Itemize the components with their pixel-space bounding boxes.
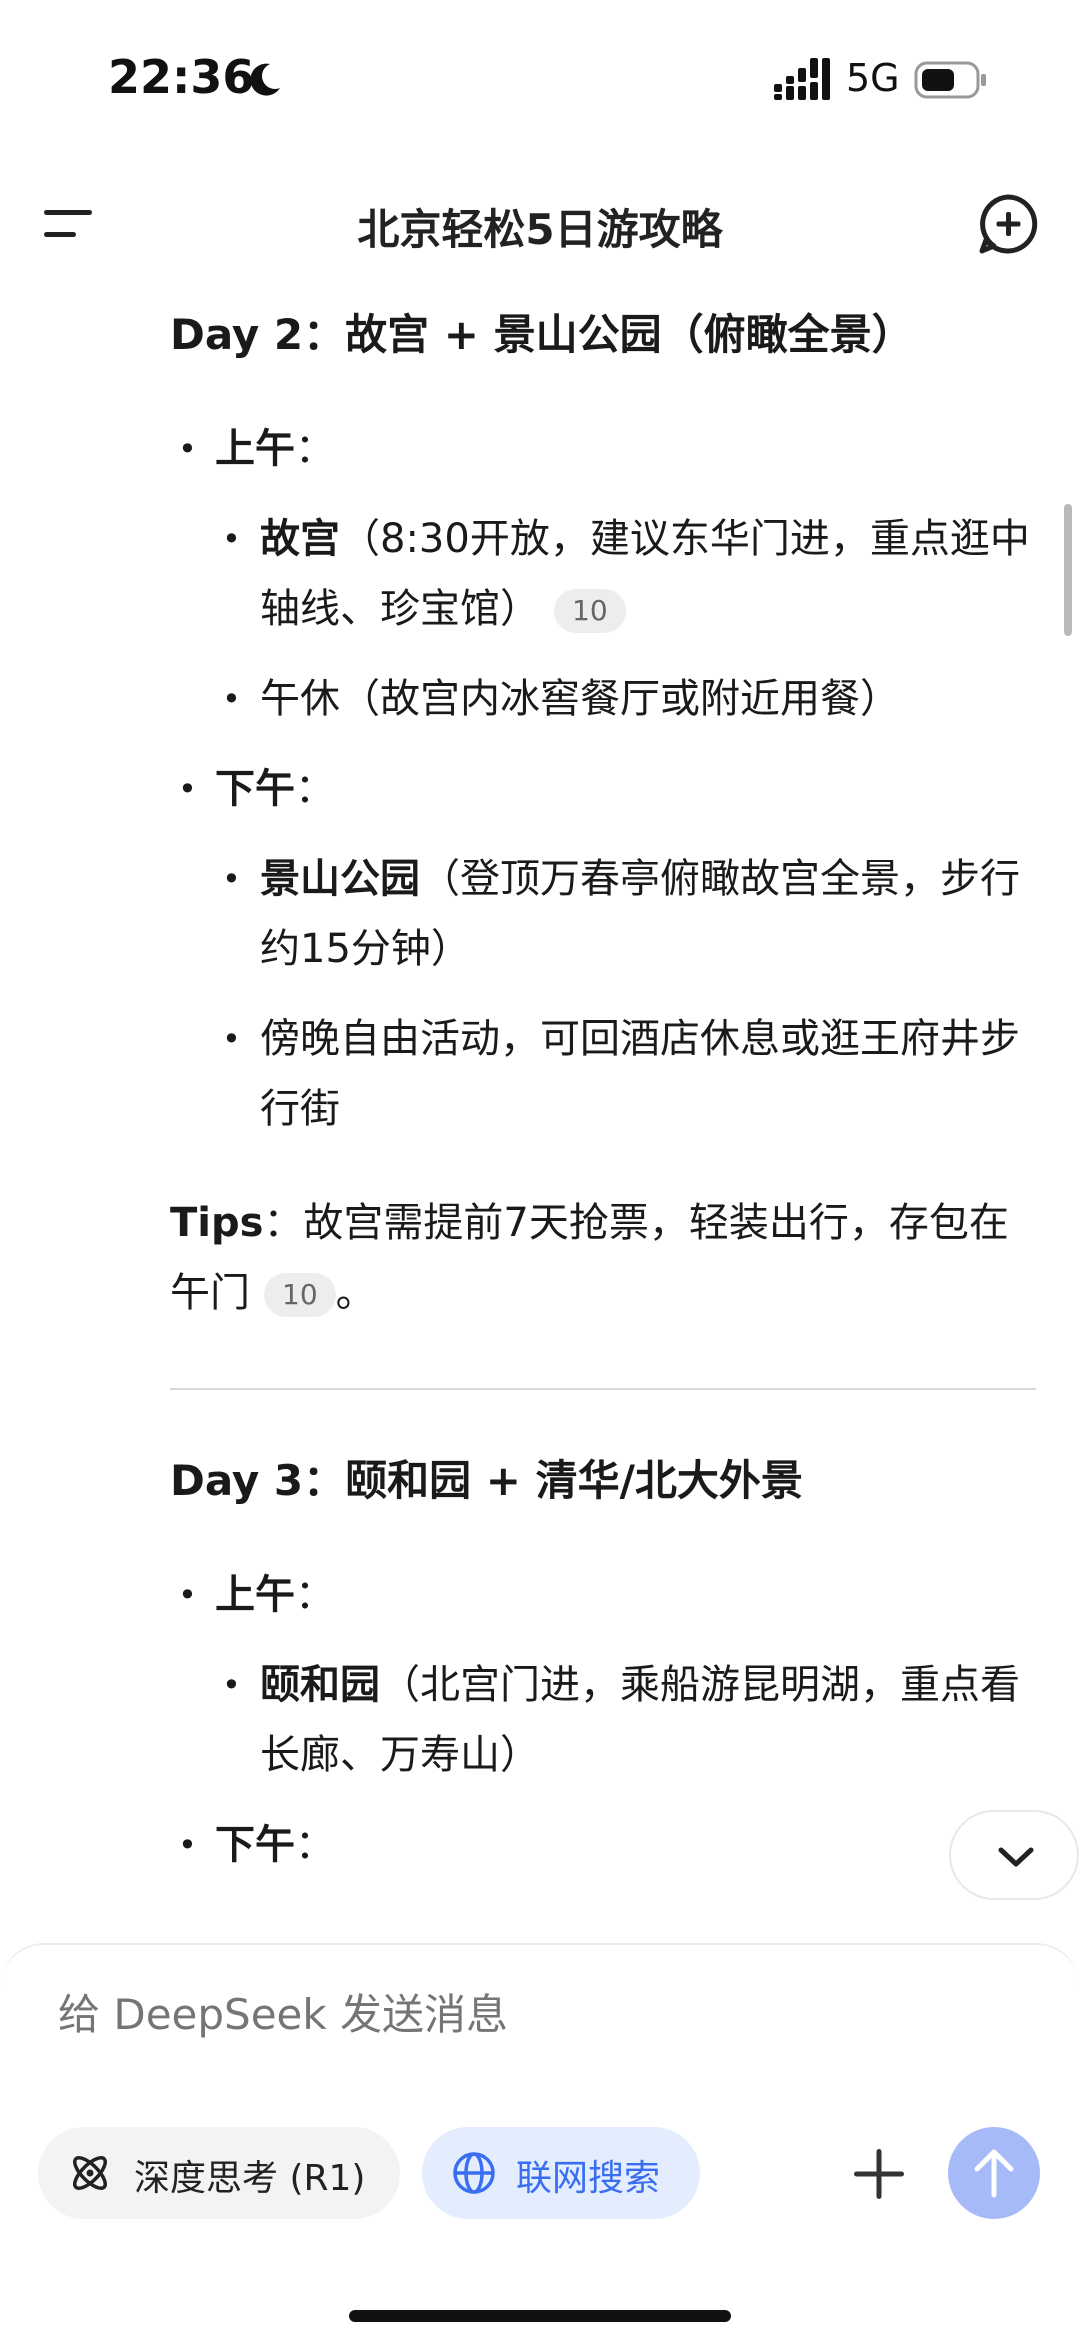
day3-heading: Day 3：颐和园 + 清华/北大外景 (170, 1456, 803, 1505)
signal-icon (774, 58, 830, 100)
home-indicator (349, 2310, 731, 2322)
message-input[interactable] (56, 1989, 960, 2040)
status-bar: 22:36 5G (0, 0, 1080, 150)
deep-think-button[interactable]: 深度思考 (R1) (38, 2127, 400, 2219)
list-item: 上午： (170, 414, 1040, 484)
status-time: 22:36 (108, 50, 255, 104)
list-item: 下午： (170, 1810, 1040, 1880)
web-search-label: 联网搜索 (516, 2158, 661, 2199)
composer-panel: 深度思考 (R1) 联网搜索 (0, 1943, 1080, 2343)
list-item: 景山公园（登顶万春亭俯瞰故宫全景，步行约15分钟） (170, 844, 1040, 984)
globe-icon (453, 2152, 495, 2194)
deep-think-label: 深度思考 (R1) (134, 2158, 366, 2199)
send-button[interactable] (948, 2127, 1040, 2219)
day2-heading: Day 2：故宫 + 景山公园（俯瞰全景） (170, 310, 914, 359)
scrollbar[interactable] (1064, 504, 1072, 636)
list-item: 上午： (170, 1560, 1040, 1630)
list-item: 故宫（8:30开放，建议东华门进，重点逛中轴线、珍宝馆）10 (170, 504, 1040, 644)
network-label: 5G (846, 56, 900, 100)
arrow-up-icon (974, 2149, 1014, 2198)
new-chat-icon[interactable] (976, 192, 1040, 256)
citation-badge[interactable]: 10 (554, 589, 626, 633)
tips-paragraph: Tips：故宫需提前7天抢票，轻装出行，存包在午门 10。 (170, 1200, 1009, 1317)
list-item: 下午： (170, 754, 1040, 824)
atom-icon (73, 2156, 107, 2190)
chevron-down-icon (998, 1847, 1034, 1867)
page-title: 北京轻松5日游攻略 (357, 205, 723, 254)
header: 北京轻松5日游攻略 (0, 170, 1080, 280)
web-search-button[interactable]: 联网搜索 (422, 2127, 700, 2219)
moon-icon (250, 63, 280, 96)
citation-badge[interactable]: 10 (264, 1273, 336, 1317)
morning-label: 上午 (215, 426, 295, 472)
afternoon-label: 下午 (215, 766, 295, 812)
message-content: Day 2：故宫 + 景山公园（俯瞰全景） 上午： 故宫（8:30开放，建议东华… (170, 300, 1040, 1940)
list-item: 傍晚自由活动，可回酒店休息或逛王府井步行街 (170, 1004, 1040, 1144)
plus-icon[interactable] (846, 2141, 912, 2207)
list-item: 午休（故宫内冰窖餐厅或附近用餐） (170, 664, 1040, 734)
scroll-down-button[interactable] (949, 1810, 1079, 1900)
list-item: 颐和园（北宫门进，乘船游昆明湖，重点看长廊、万寿山） (170, 1650, 1040, 1790)
battery-icon (914, 61, 986, 99)
